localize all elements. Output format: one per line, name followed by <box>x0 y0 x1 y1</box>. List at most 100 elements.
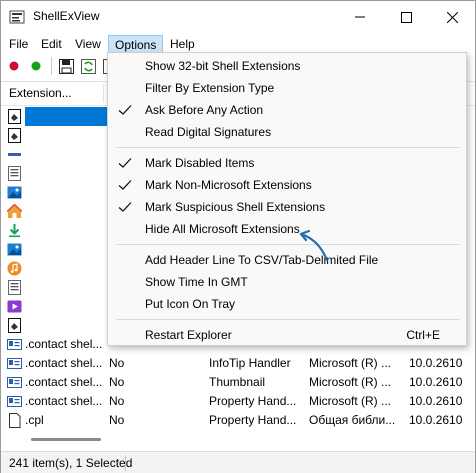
toolbar-separator <box>51 57 52 75</box>
table-cell: Общая библи... <box>309 413 396 427</box>
floppy-disk-icon <box>58 58 74 74</box>
maximize-icon <box>400 11 412 23</box>
menu-item-label: Put Icon On Tray <box>145 297 236 311</box>
menu-separator <box>116 244 460 245</box>
doc-generic-icon <box>8 128 21 143</box>
menu-view[interactable]: View <box>69 35 107 53</box>
table-cell: .cpl <box>25 413 44 427</box>
menu-item-show-32-bit-shell-extensions[interactable]: Show 32-bit Shell Extensions <box>108 55 466 77</box>
menu-item-label: Show Time In GMT <box>145 275 248 289</box>
table-cell: Microsoft (R) ... <box>309 394 392 408</box>
list-doc-icon <box>8 280 21 295</box>
download-icon <box>9 224 20 238</box>
menu-item-label: Read Digital Signatures <box>145 125 272 139</box>
menu-item-mark-disabled-items[interactable]: Mark Disabled Items <box>108 152 466 174</box>
table-cell: 10.0.2610 <box>409 356 463 370</box>
column-header-extension[interactable]: Extension... <box>9 86 72 100</box>
table-cell: No <box>109 413 125 427</box>
contact-icon <box>7 358 22 369</box>
table-cell: 10.0.2610 <box>409 375 463 389</box>
table-row[interactable]: .cpl No Property Hand... Общая библи... 10.0… <box>1 411 475 430</box>
menu-item-label: Mark Disabled Items <box>145 156 255 170</box>
contact-icon <box>7 377 22 388</box>
red-circle-icon <box>9 61 19 71</box>
menu-item-label: Hide All Microsoft Extensions <box>145 222 300 236</box>
video-icon <box>7 300 22 313</box>
table-cell: Property Hand... <box>209 413 297 427</box>
refresh-button[interactable] <box>79 57 97 75</box>
table-cell: 10.0.2610 <box>409 413 463 427</box>
table-cell: .contact shel... <box>25 375 103 389</box>
checkmark-icon <box>118 202 132 212</box>
status-bar: 241 item(s), 1 Selected <box>1 451 475 473</box>
menu-separator <box>116 147 460 148</box>
menu-item-label: Mark Suspicious Shell Extensions <box>145 200 326 214</box>
status-separator <box>125 455 126 471</box>
menu-separator <box>116 319 460 320</box>
table-row[interactable]: .contact shel... No Thumbnail Microsoft (R)… <box>1 373 475 392</box>
column-separator[interactable] <box>103 85 104 102</box>
menu-item-label: Show 32-bit Shell Extensions <box>145 59 301 73</box>
menu-item-ask-before-any-action[interactable]: Ask Before Any Action <box>108 99 466 121</box>
annotation-arrow-icon <box>299 229 329 262</box>
menu-bar: File Edit View Options Help <box>1 33 475 53</box>
table-cell: InfoTip Handler <box>209 356 291 370</box>
picture-icon <box>7 243 22 256</box>
minimize-icon <box>355 16 365 18</box>
list-doc-icon <box>8 166 21 181</box>
app-icon <box>9 10 25 24</box>
close-icon <box>446 11 458 23</box>
maximize-button[interactable] <box>383 1 429 33</box>
menu-item-shortcut: Ctrl+E <box>406 328 440 342</box>
menu-item-hide-all-microsoft-extensions[interactable]: Hide All Microsoft Extensions <box>108 218 466 240</box>
title-bar[interactable]: ShellExView <box>1 1 475 33</box>
menu-item-add-header-line-to-csv-tab-delimited-file[interactable]: Add Header Line To CSV/Tab-Delimited Fil… <box>108 249 466 271</box>
menu-item-restart-explorer[interactable]: Restart Explorer Ctrl+E <box>108 324 466 346</box>
picture-icon <box>7 186 22 199</box>
menu-item-show-time-in-gmt[interactable]: Show Time In GMT <box>108 271 466 293</box>
doc-generic-icon <box>8 318 21 333</box>
close-button[interactable] <box>429 1 475 33</box>
save-button[interactable] <box>57 57 75 75</box>
menu-item-label: Filter By Extension Type <box>145 81 275 95</box>
contact-icon <box>7 396 22 407</box>
window-title: ShellExView <box>33 9 100 23</box>
menu-item-read-digital-signatures[interactable]: Read Digital Signatures <box>108 121 466 143</box>
doc-generic-icon <box>8 109 21 124</box>
table-cell: .contact shel... <box>25 394 103 408</box>
table-cell: Microsoft (R) ... <box>309 356 392 370</box>
checkmark-icon <box>118 180 132 190</box>
menu-item-filter-by-extension-type[interactable]: Filter By Extension Type <box>108 77 466 99</box>
menu-file[interactable]: File <box>3 35 34 53</box>
blank-file-icon <box>9 413 21 428</box>
table-cell: Property Hand... <box>209 394 297 408</box>
menu-help[interactable]: Help <box>164 35 201 53</box>
disable-button[interactable] <box>5 57 23 75</box>
table-cell: 10.0.2610 <box>409 394 463 408</box>
menu-item-mark-suspicious-shell-extensions[interactable]: Mark Suspicious Shell Extensions <box>108 196 466 218</box>
horizontal-scrollbar[interactable] <box>31 438 101 441</box>
dash-icon <box>8 153 21 156</box>
table-cell: .contact shel... <box>25 356 103 370</box>
menu-item-label: Restart Explorer <box>145 328 232 342</box>
options-dropdown-menu: Show 32-bit Shell Extensions Filter By Ex… <box>107 52 467 346</box>
status-text: 241 item(s), 1 Selected <box>9 456 133 470</box>
enable-button[interactable] <box>27 57 45 75</box>
menu-edit[interactable]: Edit <box>35 35 68 53</box>
menu-item-label: Ask Before Any Action <box>145 103 264 117</box>
refresh-icon <box>80 58 96 74</box>
contact-icon <box>7 339 22 350</box>
table-cell: No <box>109 356 125 370</box>
table-cell: No <box>109 394 125 408</box>
menu-item-put-icon-on-tray[interactable]: Put Icon On Tray <box>108 293 466 315</box>
table-row[interactable]: .contact shel... No Property Hand... Micros… <box>1 392 475 411</box>
table-cell: Thumbnail <box>209 375 266 389</box>
table-row[interactable]: .contact shel... No InfoTip Handler Microso… <box>1 354 475 373</box>
table-cell: Microsoft (R) ... <box>309 375 392 389</box>
selection-highlight <box>25 107 107 126</box>
menu-item-mark-non-microsoft-extensions[interactable]: Mark Non-Microsoft Extensions <box>108 174 466 196</box>
menu-options[interactable]: Options <box>108 35 164 53</box>
minimize-button[interactable] <box>337 1 383 33</box>
menu-item-label: Mark Non-Microsoft Extensions <box>145 178 312 192</box>
green-circle-icon <box>31 61 41 71</box>
